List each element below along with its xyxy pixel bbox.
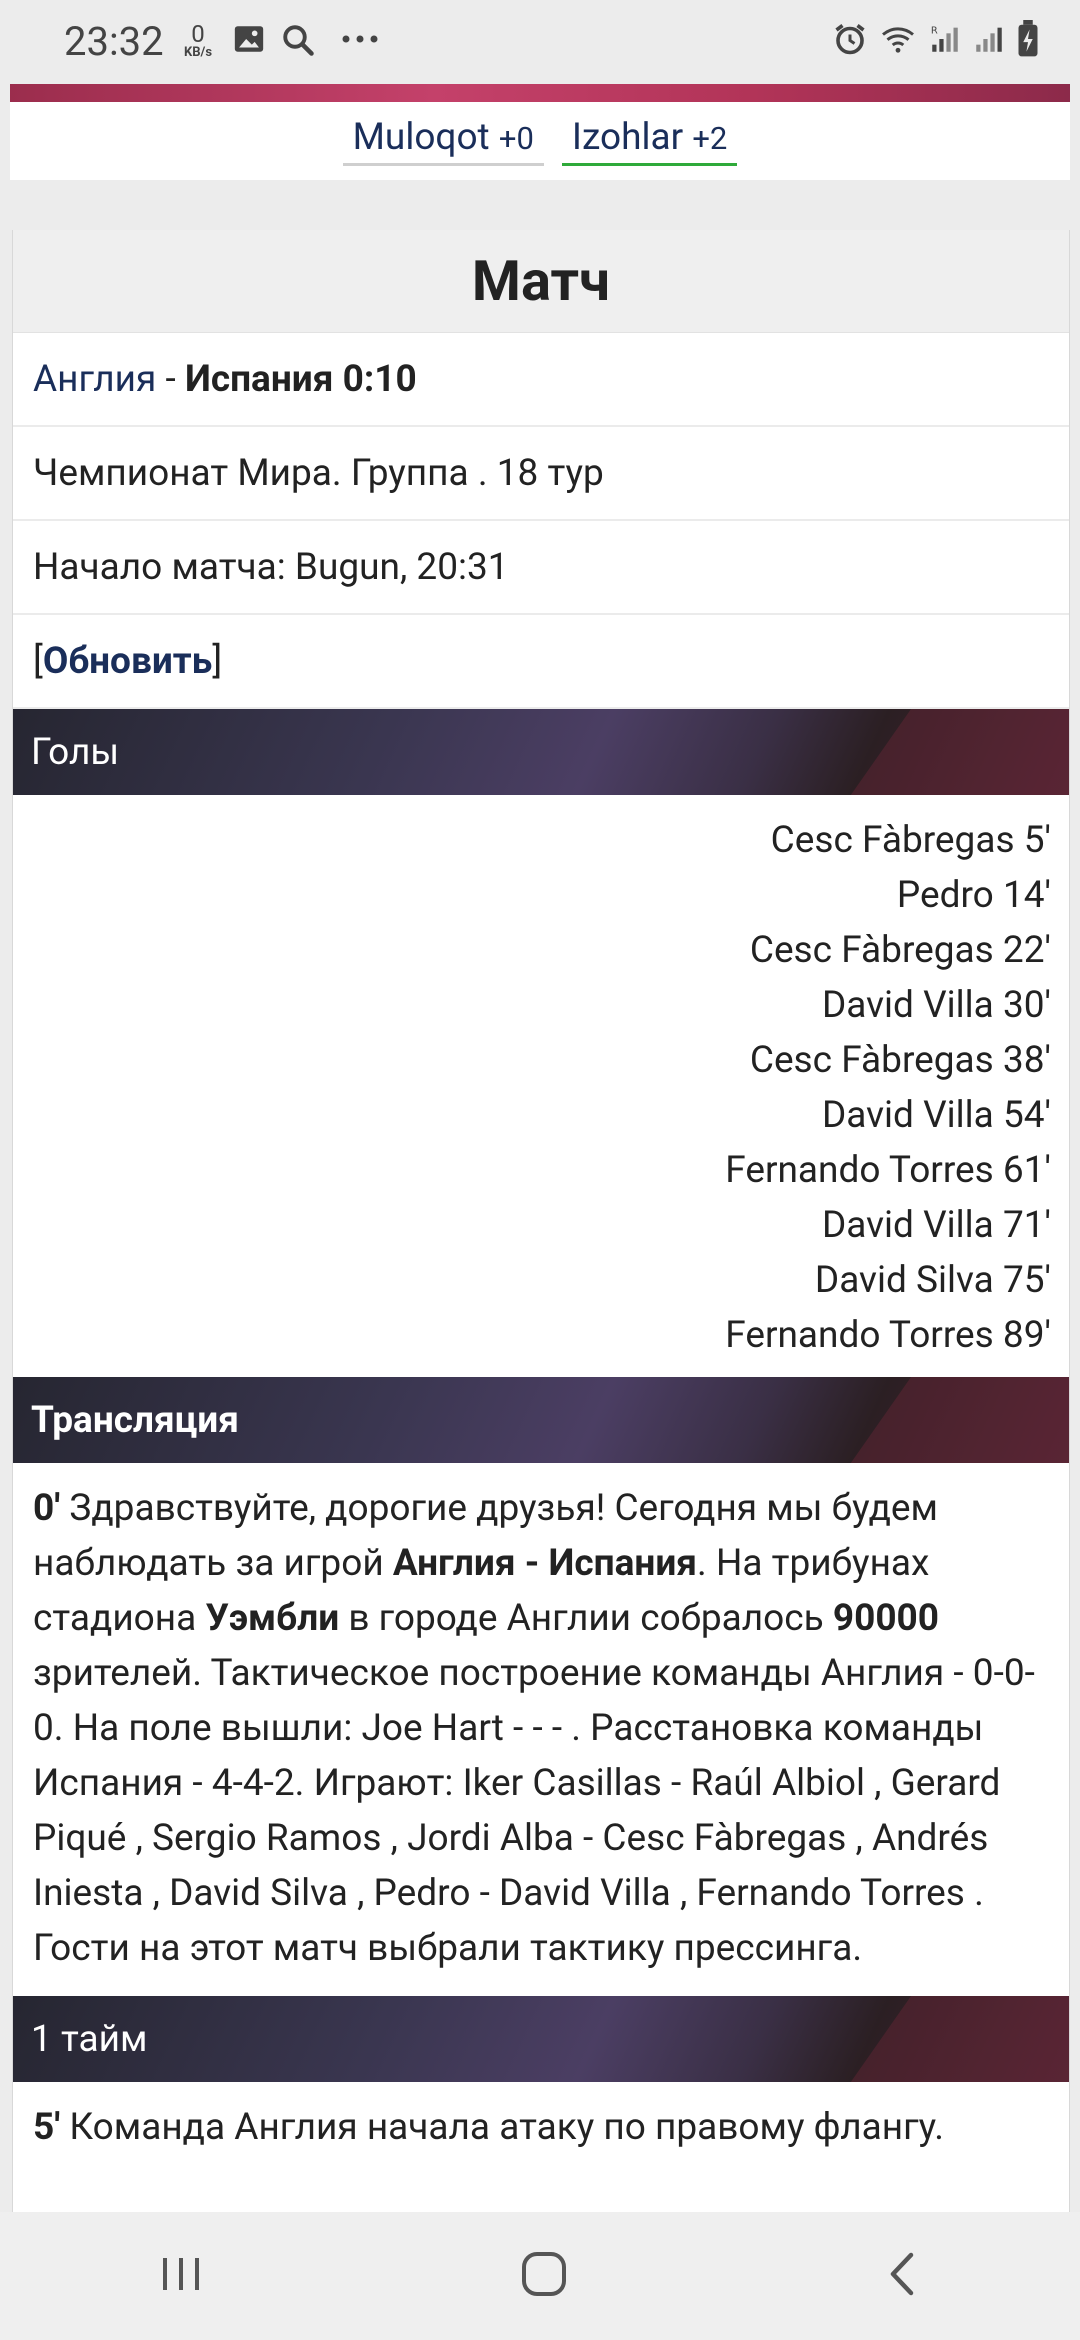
more-icon xyxy=(340,24,380,58)
goal-item: Cesc Fàbregas 22' xyxy=(749,929,1051,972)
nav-bar xyxy=(0,2212,1080,2340)
score-separator: - xyxy=(156,357,185,401)
broadcast-text-part: зрителей. Тактическое построение команды… xyxy=(33,1652,1035,1970)
menu-item-count: +0 xyxy=(498,120,534,157)
match-card: Матч Англия - Испания 0:10 Чемпионат Мир… xyxy=(12,230,1070,2340)
back-icon[interactable] xyxy=(883,2249,923,2303)
first-half-text: 5' Команда Англия начала атаку по правом… xyxy=(13,2082,1069,2175)
signal-icon xyxy=(972,21,1006,61)
first-half-header: 1 тайм xyxy=(13,1996,1069,2082)
goal-item: David Silva 75' xyxy=(814,1259,1051,1302)
wifi-icon xyxy=(878,21,918,61)
menu-item-count: +2 xyxy=(692,120,728,157)
goal-item: Fernando Torres 61' xyxy=(725,1149,1051,1192)
status-right-icons: R xyxy=(832,20,1040,62)
goal-item: Cesc Fàbregas 38' xyxy=(749,1039,1051,1082)
event-text: Команда Англия начала атаку по правому ф… xyxy=(60,2106,944,2149)
menu-item-label: Muloqot xyxy=(352,116,490,159)
recent-apps-icon[interactable] xyxy=(157,2250,205,2302)
match-score-row: Англия - Испания 0:10 xyxy=(13,333,1069,427)
home-team-link[interactable]: Англия xyxy=(33,358,156,401)
refresh-row: [Обновить] xyxy=(13,615,1069,709)
match-start-row: Начало матча: Bugun, 20:31 xyxy=(13,521,1069,615)
goal-item: Fernando Torres 89' xyxy=(725,1314,1051,1357)
svg-text:R: R xyxy=(931,25,938,36)
signal-icon: R xyxy=(928,21,962,61)
broadcast-text-part: в городе Англии собралось xyxy=(339,1597,833,1640)
menu-item-muloqot[interactable]: Muloqot +0 xyxy=(342,116,544,166)
goals-heading: Голы xyxy=(31,730,120,774)
attendance: 90000 xyxy=(832,1597,940,1640)
goal-item: David Villa 30' xyxy=(821,984,1051,1027)
match-name: Англия - Испания xyxy=(392,1542,698,1585)
status-time: 23:32 xyxy=(64,18,164,65)
broadcast-text: 0' Здравствуйте, дорогие друзья! Сегодня… xyxy=(13,1463,1069,1996)
event-minute: 0' xyxy=(33,1487,61,1530)
broadcast-heading: Трансляция xyxy=(31,1398,239,1442)
stadium-name: Уэмбли xyxy=(205,1597,340,1640)
net-speed-value: 0 xyxy=(191,20,205,48)
first-half-heading: 1 тайм xyxy=(31,2017,148,2061)
battery-charging-icon xyxy=(1016,20,1040,62)
refresh-link[interactable]: Обновить xyxy=(43,640,213,683)
net-speed: 0 KB/s xyxy=(176,22,220,59)
net-speed-unit: KB/s xyxy=(183,45,213,60)
page-title: Матч xyxy=(13,230,1069,333)
status-bar: 23:32 0 KB/s R xyxy=(0,0,1080,84)
menu-item-label: Izohlar xyxy=(571,116,684,159)
alarm-icon xyxy=(832,21,868,61)
goals-header: Голы xyxy=(13,709,1069,795)
search-icon xyxy=(280,22,316,62)
top-menu: Muloqot +0 Izohlar +2 xyxy=(10,102,1070,180)
menu-item-izohlar[interactable]: Izohlar +2 xyxy=(561,116,738,166)
header-band xyxy=(10,84,1070,102)
goal-item: David Villa 54' xyxy=(821,1094,1051,1137)
goal-item: Pedro 14' xyxy=(896,874,1051,917)
away-team-score: Испания 0:10 xyxy=(184,357,417,401)
image-icon xyxy=(232,22,266,60)
home-icon[interactable] xyxy=(519,2249,569,2303)
goals-list: Cesc Fàbregas 5' Pedro 14' Cesc Fàbregas… xyxy=(13,795,1069,1377)
tournament-row: Чемпионат Мира. Группа . 18 тур xyxy=(13,427,1069,521)
event-minute: 5' xyxy=(33,2106,61,2149)
goal-item: David Villa 71' xyxy=(821,1204,1051,1247)
goal-item: Cesc Fàbregas 5' xyxy=(770,819,1051,862)
broadcast-header: Трансляция xyxy=(13,1377,1069,1463)
